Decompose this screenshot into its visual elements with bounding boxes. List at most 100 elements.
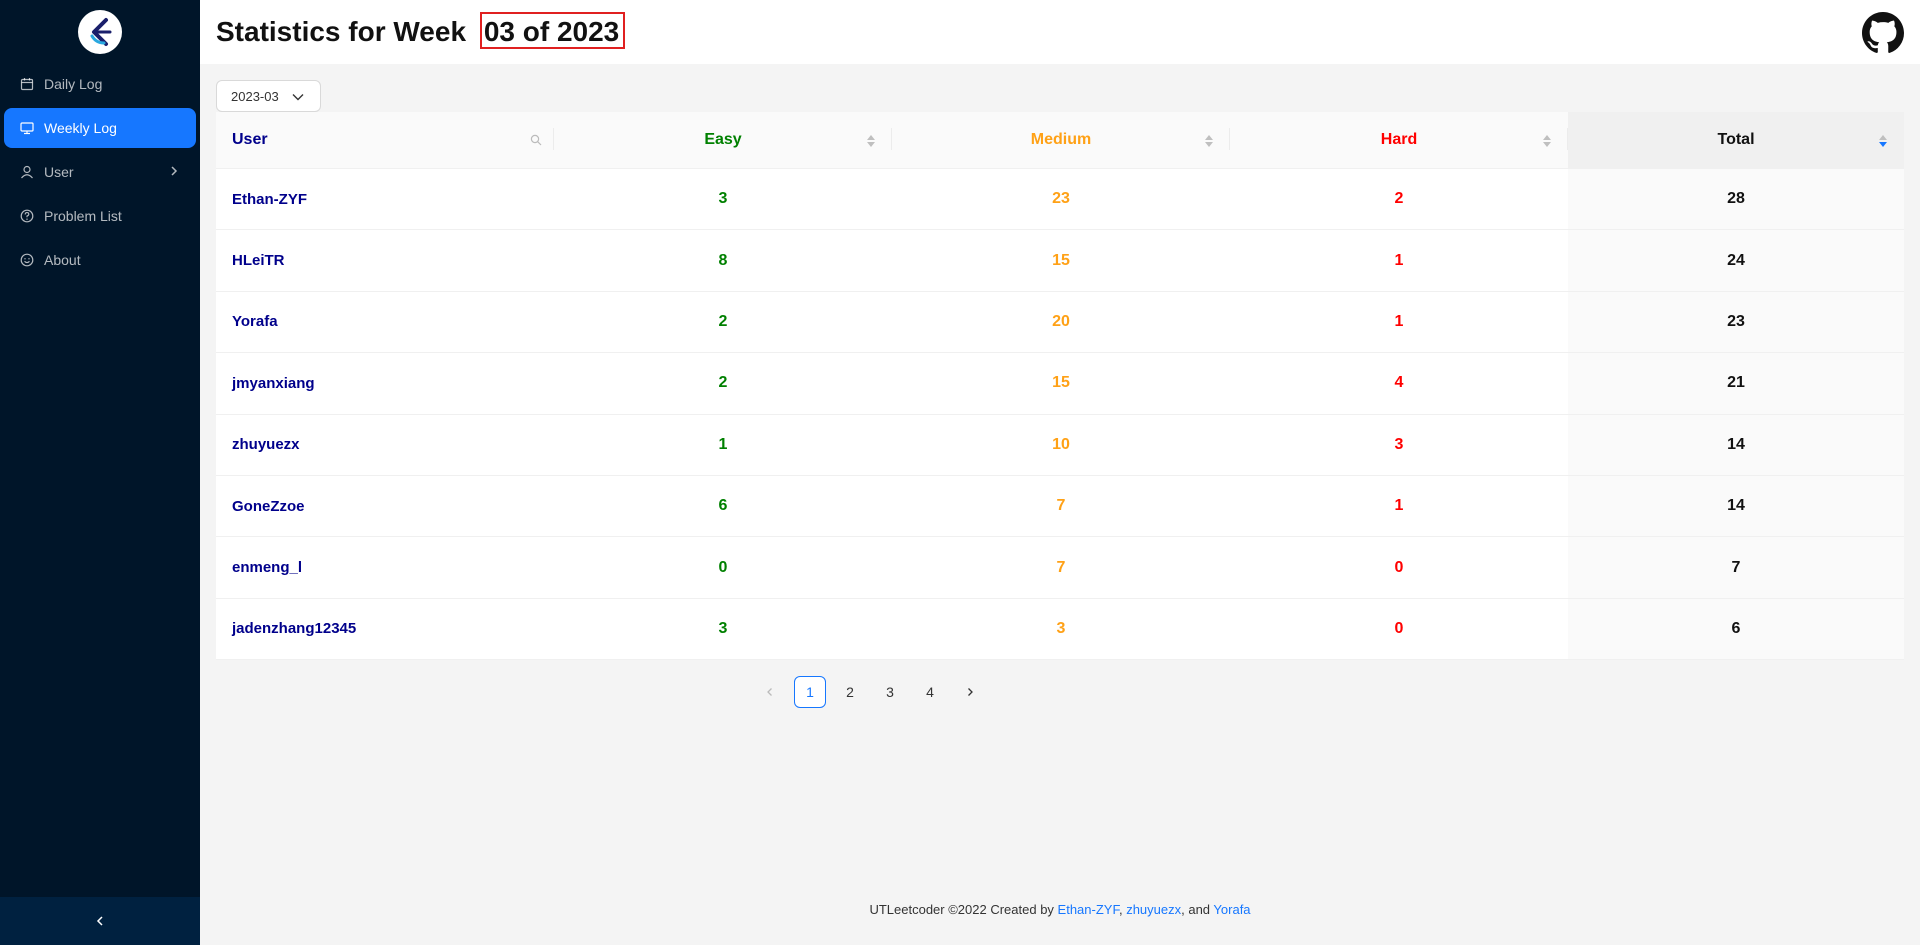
sidebar-item-about[interactable]: About	[4, 240, 196, 280]
leetcode-logo[interactable]	[78, 10, 122, 54]
medium-count-cell: 20	[1052, 312, 1070, 330]
table-row: HLeiTR 8 15 1 24	[216, 230, 1904, 292]
question-icon	[20, 209, 34, 223]
total-count-cell: 28	[1568, 169, 1904, 230]
column-header-hard[interactable]: Hard	[1230, 112, 1568, 168]
page-header: Statistics for Week 03 of 2023	[200, 0, 1920, 64]
user-cell[interactable]: enmeng_l	[216, 537, 554, 597]
medium-count-cell: 15	[1052, 374, 1070, 392]
table-row: Yorafa 2 20 1 23	[216, 291, 1904, 354]
github-icon[interactable]	[1862, 12, 1904, 54]
chevron-right-icon	[968, 688, 973, 696]
sidebar-item-label: Daily Log	[44, 76, 103, 92]
page-2-button[interactable]: 2	[834, 676, 866, 708]
prev-page-button[interactable]	[754, 676, 786, 708]
easy-count-cell: 3	[718, 190, 728, 208]
week-select[interactable]: 2023-03	[216, 80, 321, 112]
week-select-value: 2023-03	[231, 88, 279, 104]
user-cell[interactable]: jmyanxiang	[216, 353, 554, 413]
column-label: Easy	[704, 131, 742, 148]
total-count-cell: 21	[1568, 353, 1904, 414]
logo-icon	[80, 12, 120, 52]
table-row: GoneZzoe 6 7 1 14	[216, 475, 1904, 538]
smile-icon	[20, 253, 34, 267]
search-icon[interactable]	[530, 134, 542, 146]
chevron-left-icon	[767, 688, 772, 696]
title-week-highlight: 03 of 2023	[479, 12, 626, 49]
chevron-down-icon	[292, 94, 304, 101]
sort-desc-icon[interactable]	[1878, 133, 1888, 149]
table-header: User Easy Medium Hard Total	[216, 112, 1904, 169]
chevron-left-icon	[96, 916, 103, 926]
column-header-easy[interactable]: Easy	[554, 112, 892, 168]
easy-count-cell: 2	[718, 312, 728, 330]
total-count-cell: 14	[1568, 475, 1904, 537]
title-prefix: Statistics for Week	[216, 16, 467, 47]
column-header-medium[interactable]: Medium	[892, 112, 1230, 168]
easy-count-cell: 0	[718, 558, 728, 576]
sidebar-item-daily-log[interactable]: Daily Log	[4, 64, 196, 104]
table-body: Ethan-ZYF 3 23 2 28 HLeiTR 8 15 1 24 Yorafa 2 20 1 23 j…	[216, 169, 1904, 661]
hard-count-cell: 1	[1394, 312, 1404, 330]
sort-icon[interactable]	[1204, 133, 1214, 149]
chevron-right-icon	[171, 166, 178, 176]
easy-count-cell: 6	[718, 497, 728, 515]
medium-count-cell: 15	[1052, 251, 1070, 269]
column-label: Hard	[1380, 131, 1418, 148]
total-count-cell: 6	[1568, 598, 1904, 660]
sidebar-item-problem-list[interactable]: Problem List	[4, 196, 196, 236]
author-link-yorafa[interactable]: Yorafa	[1213, 902, 1250, 917]
sidebar-item-label: About	[44, 252, 81, 268]
column-label: Medium	[1030, 131, 1092, 148]
user-cell[interactable]: zhuyuezx	[216, 415, 554, 475]
sort-icon[interactable]	[1542, 133, 1552, 149]
sidebar-item-weekly-log[interactable]: Weekly Log	[4, 108, 196, 148]
table-row: jadenzhang12345 3 3 0 6	[216, 598, 1904, 661]
column-label: Total	[1717, 131, 1755, 148]
hard-count-cell: 4	[1394, 374, 1404, 392]
medium-count-cell: 3	[1056, 619, 1066, 637]
table-row: jmyanxiang 2 15 4 21	[216, 353, 1904, 415]
user-cell[interactable]: Yorafa	[216, 292, 554, 352]
weekly-stats-table: User Easy Medium Hard Total Ethan-ZYF 3 23…	[216, 112, 1904, 661]
column-header-total[interactable]: Total	[1568, 112, 1904, 168]
total-count-cell: 14	[1568, 414, 1904, 475]
footer: UTLeetcoder ©2022 Created by Ethan-ZYF , …	[200, 902, 1920, 917]
author-link-zhuyuezx[interactable]: zhuyuezx	[1126, 902, 1181, 917]
hard-count-cell: 2	[1394, 190, 1404, 208]
page-3-button[interactable]: 3	[874, 676, 906, 708]
page-title: Statistics for Week 03 of 2023	[216, 12, 626, 49]
easy-count-cell: 2	[718, 374, 728, 392]
user-cell[interactable]: GoneZzoe	[216, 476, 554, 536]
calendar-icon	[20, 77, 34, 91]
column-header-user[interactable]: User	[216, 112, 554, 168]
sort-icon[interactable]	[866, 133, 876, 149]
sidebar-item-label: User	[44, 164, 74, 180]
author-link-ethan[interactable]: Ethan-ZYF	[1058, 902, 1119, 917]
table-row: Ethan-ZYF 3 23 2 28	[216, 169, 1904, 231]
sidebar-collapse-button[interactable]	[0, 897, 200, 945]
side-menu: Daily Log Weekly Log User Problem List A…	[0, 60, 200, 284]
page-4-button[interactable]: 4	[914, 676, 946, 708]
footer-text: UTLeetcoder ©2022 Created by	[869, 902, 1058, 917]
sidebar: Daily Log Weekly Log User Problem List A…	[0, 0, 200, 945]
table-row: zhuyuezx 1 10 3 14	[216, 414, 1904, 476]
user-cell[interactable]: HLeiTR	[216, 230, 554, 290]
medium-count-cell: 7	[1056, 497, 1066, 515]
total-count-cell: 7	[1568, 537, 1904, 598]
medium-count-cell: 10	[1052, 435, 1070, 453]
medium-count-cell: 23	[1052, 190, 1070, 208]
hard-count-cell: 0	[1394, 558, 1404, 576]
page-1-button[interactable]: 1	[794, 676, 826, 708]
sidebar-item-label: Weekly Log	[44, 120, 117, 136]
easy-count-cell: 8	[718, 251, 728, 269]
hard-count-cell: 3	[1394, 435, 1404, 453]
next-page-button[interactable]	[954, 676, 986, 708]
pagination: 1 2 3 4	[754, 676, 986, 708]
user-cell[interactable]: Ethan-ZYF	[216, 169, 554, 229]
user-cell[interactable]: jadenzhang12345	[216, 599, 554, 659]
medium-count-cell: 7	[1056, 558, 1066, 576]
sidebar-item-user[interactable]: User	[4, 152, 196, 192]
easy-count-cell: 3	[718, 619, 728, 637]
hard-count-cell: 0	[1394, 619, 1404, 637]
